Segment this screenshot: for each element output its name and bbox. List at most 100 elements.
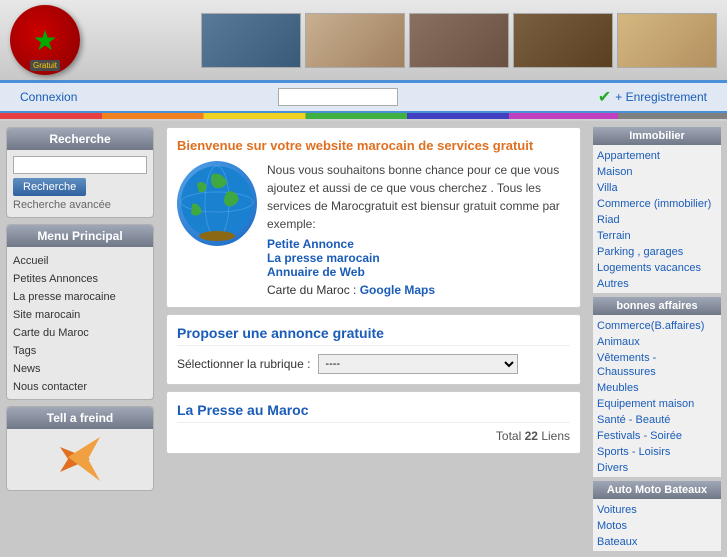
- logo-gratuit: Gratuit: [30, 60, 60, 71]
- immobilier-section: Immobilier Appartement Maison Villa Commerc…: [593, 127, 721, 293]
- banner-img-3: [409, 13, 509, 68]
- menu-item: Tags: [13, 341, 147, 359]
- list-item: Santé - Beauté: [597, 411, 717, 427]
- bonnes-affaires-link[interactable]: Animaux: [597, 336, 640, 348]
- menu-box: Menu Principal AccueilPetites AnnoncesLa…: [6, 224, 154, 400]
- bonnes-affaires-link[interactable]: Equipement maison: [597, 398, 694, 410]
- menu-item: Accueil: [13, 251, 147, 269]
- welcome-box: Bienvenue sur votre website marocain de …: [166, 127, 581, 308]
- immobilier-title: Immobilier: [593, 127, 721, 145]
- banner-img-1: [201, 13, 301, 68]
- bonnes-affaires-title: bonnes affaires: [593, 297, 721, 315]
- search-title: Recherche: [7, 128, 153, 150]
- immobilier-link[interactable]: Appartement: [597, 150, 660, 162]
- auto-moto-title: Auto Moto Bateaux: [593, 481, 721, 499]
- list-item: Autres: [597, 275, 717, 291]
- immobilier-link[interactable]: Maison: [597, 166, 632, 178]
- welcome-title: Bienvenue sur votre website marocain de …: [177, 138, 570, 153]
- presse-title: La Presse au Maroc: [177, 402, 570, 423]
- nav-bar: Connexion ✔ + Enregistrement: [0, 83, 727, 113]
- list-item: Commerce (immobilier): [597, 195, 717, 211]
- connexion-link[interactable]: Connexion: [20, 90, 77, 104]
- immobilier-link[interactable]: Autres: [597, 278, 629, 290]
- bonnes-affaires-link[interactable]: Santé - Beauté: [597, 414, 670, 426]
- list-item: Villa: [597, 179, 717, 195]
- menu-item: Site marocain: [13, 305, 147, 323]
- list-item: Parking , garages: [597, 243, 717, 259]
- globe-icon: [177, 161, 257, 246]
- menu-list: Accueil Petites Annonces La presse marocai…: [7, 247, 153, 399]
- auto-moto-link[interactable]: Voitures: [597, 504, 637, 516]
- center-content: Bienvenue sur votre website marocain de …: [160, 121, 587, 557]
- menu-link[interactable]: Tags: [13, 345, 36, 357]
- banner-img-2: [305, 13, 405, 68]
- google-maps-link[interactable]: Google Maps: [360, 283, 435, 297]
- immobilier-link[interactable]: Logements vacances: [597, 262, 701, 274]
- list-item: Appartement: [597, 147, 717, 163]
- menu-link[interactable]: La presse marocaine: [13, 291, 116, 303]
- enregistrement-link[interactable]: + Enregistrement: [615, 90, 707, 104]
- service-link-2[interactable]: La presse marocain: [267, 251, 570, 265]
- service-link-1[interactable]: Petite Annonce: [267, 237, 570, 251]
- auto-moto-link[interactable]: Bateaux: [597, 536, 637, 548]
- presse-box: La Presse au Maroc Total 22 Liens: [166, 391, 581, 454]
- tell-friend-title: Tell a freind: [7, 407, 153, 429]
- immobilier-link[interactable]: Terrain: [597, 230, 631, 242]
- immobilier-link[interactable]: Riad: [597, 214, 620, 226]
- list-item: Terrain: [597, 227, 717, 243]
- menu-item: News: [13, 359, 147, 377]
- tell-friend-box: Tell a freind: [6, 406, 154, 491]
- list-item: Maison: [597, 163, 717, 179]
- menu-link[interactable]: Site marocain: [13, 309, 80, 321]
- menu-item: Petites Annonces: [13, 269, 147, 287]
- logo-area: ★ Gratuit: [10, 5, 80, 75]
- service-link-3[interactable]: Annuaire de Web: [267, 265, 570, 279]
- rubrique-row: Sélectionner la rubrique : ----: [177, 354, 570, 374]
- immobilier-link[interactable]: Villa: [597, 182, 618, 194]
- menu-link[interactable]: News: [13, 363, 41, 375]
- auto-moto-link[interactable]: Motos: [597, 520, 627, 532]
- list-item: Logements vacances: [597, 259, 717, 275]
- search-input[interactable]: [13, 156, 147, 174]
- welcome-text: Nous vous souhaitons bonne chance pour c…: [267, 161, 570, 297]
- propose-box: Proposer une annonce gratuite Sélectionn…: [166, 314, 581, 385]
- advanced-search-link[interactable]: Recherche avancée: [13, 199, 147, 211]
- left-sidebar: Recherche Recherche Recherche avancée Me…: [0, 121, 160, 557]
- enregistrement: ✔ + Enregistrement: [598, 87, 707, 107]
- total-label: Total: [496, 429, 521, 443]
- banner-img-5: [617, 13, 717, 68]
- bonnes-affaires-link[interactable]: Festivals - Soirée: [597, 430, 682, 442]
- menu-item: Carte du Maroc: [13, 323, 147, 341]
- immobilier-list: Appartement Maison Villa Commerce (immobili…: [593, 145, 721, 293]
- menu-item: Nous contacter: [13, 377, 147, 395]
- menu-link[interactable]: Petites Annonces: [13, 273, 98, 285]
- map-line: Carte du Maroc : Google Maps: [267, 283, 570, 297]
- rubrique-select[interactable]: ----: [318, 354, 518, 374]
- auto-moto-section: Auto Moto Bateaux Voitures Motos Bateaux: [593, 481, 721, 551]
- list-item: Animaux: [597, 333, 717, 349]
- total-unit: Liens: [541, 429, 570, 443]
- menu-link[interactable]: Carte du Maroc: [13, 327, 89, 339]
- bonnes-affaires-link[interactable]: Divers: [597, 462, 628, 474]
- immobilier-link[interactable]: Parking , garages: [597, 246, 683, 258]
- check-icon: ✔: [598, 87, 611, 107]
- bonnes-affaires-link[interactable]: Sports - Loisirs: [597, 446, 670, 458]
- banner-img-4: [513, 13, 613, 68]
- search-button[interactable]: Recherche: [13, 178, 86, 196]
- bonnes-affaires-link[interactable]: Vêtements - Chaussures: [597, 352, 656, 378]
- bonnes-affaires-link[interactable]: Commerce(B.affaires): [597, 320, 704, 332]
- search-content: Recherche Recherche avancée: [7, 150, 153, 217]
- welcome-paragraph: Nous vous souhaitons bonne chance pour c…: [267, 161, 570, 233]
- immobilier-link[interactable]: Commerce (immobilier): [597, 198, 711, 210]
- map-label: Carte du Maroc :: [267, 283, 360, 297]
- menu-item: La presse marocaine: [13, 287, 147, 305]
- menu-link[interactable]: Accueil: [13, 255, 48, 267]
- list-item: Meubles: [597, 379, 717, 395]
- list-item: Motos: [597, 517, 717, 533]
- bonnes-affaires-link[interactable]: Meubles: [597, 382, 639, 394]
- list-item: Divers: [597, 459, 717, 475]
- menu-link[interactable]: Nous contacter: [13, 381, 87, 393]
- main-layout: Recherche Recherche Recherche avancée Me…: [0, 121, 727, 557]
- search-box: Recherche Recherche Recherche avancée: [6, 127, 154, 218]
- login-input[interactable]: [278, 88, 398, 106]
